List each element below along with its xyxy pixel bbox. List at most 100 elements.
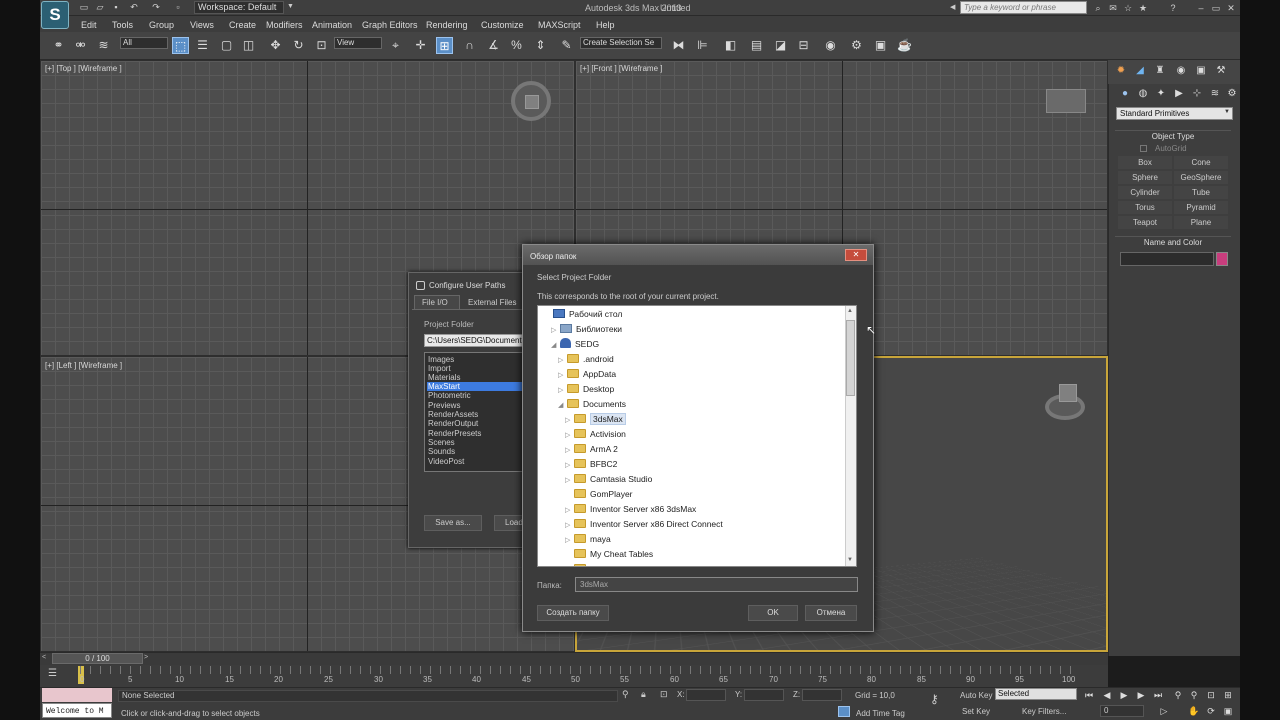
key-set-dropdown[interactable]: Selected [995,688,1077,700]
paths-list[interactable]: Images Import Materials MaxStart Photome… [424,352,524,472]
ok-button[interactable]: OK [748,605,798,621]
curve-editor-icon[interactable]: ◪ [772,37,789,54]
maxscript-listener-input[interactable]: Welcome to M [42,703,112,718]
tube-button[interactable]: Tube [1174,186,1228,199]
expand-arrow-icon[interactable]: ▷ [558,383,567,398]
tree-scrollbar-thumb[interactable] [846,320,855,396]
utilities-tab-icon[interactable]: ⚒ [1214,64,1228,78]
add-time-tag-button[interactable]: Add Time Tag [856,709,905,718]
list-item[interactable]: RenderPresets [427,429,523,438]
space-warps-icon[interactable]: ≋ [1208,87,1222,101]
selection-lock-icon[interactable]: 🔒︎ [641,689,646,700]
set-key-button[interactable]: Set Key [962,707,990,716]
save-file-icon[interactable]: ▪ [110,2,122,13]
list-item[interactable]: Photometric [427,391,523,400]
tree-node-selected[interactable]: ▷ 3dsMax [538,412,844,427]
list-item-selected[interactable]: MaxStart [427,382,523,392]
tree-node[interactable]: ▷ AppData [538,367,844,382]
percent-snap-icon[interactable]: % [508,37,525,54]
expand-arrow-icon[interactable]: ▷ [551,323,560,338]
auto-key-button[interactable]: Auto Key [960,691,992,700]
time-tag-icon[interactable] [838,706,850,717]
list-item[interactable]: RenderAssets [427,410,523,419]
scroll-down-icon[interactable]: ▼ [847,557,853,563]
maximize-toggle-icon[interactable]: ▣ [1222,706,1234,717]
unlink-icon[interactable]: ⚮ [72,37,89,54]
material-editor-icon[interactable]: ◉ [822,37,839,54]
expand-arrow-icon[interactable]: ◢ [558,398,567,413]
geosphere-button[interactable]: GeoSphere [1174,171,1228,184]
schematic-view-icon[interactable]: ⊟ [795,37,812,54]
cameras-icon[interactable]: ▶ [1172,87,1186,101]
open-file-icon[interactable]: ▱ [94,2,106,13]
sphere-button[interactable]: Sphere [1118,171,1172,184]
angle-snap-icon[interactable]: ∡ [485,37,502,54]
expand-arrow-icon[interactable]: ▷ [565,518,574,533]
tree-node[interactable]: My Cheat Tables [538,547,844,562]
tree-node[interactable]: ◢ Documents [538,397,844,412]
orbit-icon[interactable]: ⟳ [1205,706,1217,717]
maximize-icon[interactable]: ▭ [1210,2,1222,14]
expand-arrow-icon[interactable]: ▷ [558,368,567,383]
viewport-front-label[interactable]: [+] [Front ] [Wireframe ] [580,64,662,73]
create-tab-icon[interactable]: ✹ [1114,64,1128,78]
go-to-start-icon[interactable]: ⏮ [1083,690,1095,701]
menu-rendering[interactable]: Rendering [426,20,468,30]
z-coordinate-field[interactable] [802,689,842,701]
undo-icon[interactable]: ↶ [128,2,140,13]
align-icon[interactable]: ⊫ [694,37,711,54]
next-key-icon[interactable]: ▶ [1135,690,1147,701]
folder-tree[interactable]: Рабочий стол ▷ Библиотеки ◢ SEDG ▷ .android ▷ Ap… [537,305,857,567]
motion-tab-icon[interactable]: ◉ [1174,64,1188,78]
selection-filter-dropdown[interactable]: All [120,37,168,49]
cone-button[interactable]: Cone [1174,156,1228,169]
pan-icon[interactable]: ✋ [1188,706,1200,717]
scale-icon[interactable]: ⊡ [313,37,330,54]
menu-help[interactable]: Help [596,20,615,30]
workspace-dropdown[interactable]: Workspace: Default [194,1,284,14]
next-frame-icon[interactable]: > [144,654,148,661]
object-type-rollout[interactable]: Object Type [1115,130,1231,142]
list-item[interactable]: Import [427,364,523,373]
list-item[interactable]: Materials [427,373,523,382]
link-icon[interactable]: ⚭ [50,37,67,54]
mirror-icon[interactable]: ⧓ [670,37,687,54]
search-expand-icon[interactable]: ◀ [950,3,955,11]
key-mode-icon[interactable]: ⚷ [930,692,939,706]
play-icon[interactable]: ▶ [1118,690,1130,701]
display-tab-icon[interactable]: ▣ [1194,64,1208,78]
go-to-end-icon[interactable]: ⏭ [1152,690,1164,701]
list-item[interactable]: Sounds [427,447,523,456]
project-folder-field[interactable]: C:\Users\SEDG\Documents\ [424,334,524,347]
expand-arrow-icon[interactable]: ▷ [565,473,574,488]
expand-arrow-icon[interactable]: ▷ [565,563,574,566]
select-object-icon[interactable]: ⬚ [172,37,189,54]
close-icon[interactable]: ✕ [845,249,867,261]
expand-arrow-icon[interactable]: ◢ [551,338,560,353]
expand-arrow-icon[interactable]: ▷ [565,413,574,428]
expand-arrow-icon[interactable]: ▷ [565,443,574,458]
tree-node[interactable]: ▷ Inventor Server x86 3dsMax [538,502,844,517]
list-item[interactable]: Images [427,355,523,364]
menu-tools[interactable]: Tools [112,20,133,30]
named-selection-dropdown[interactable]: Create Selection Se [580,37,662,49]
layer-manager-icon[interactable]: ◧ [722,37,739,54]
list-item[interactable]: Previews [427,401,523,410]
zoom-all-icon[interactable]: ⚲ [1188,690,1200,701]
autogrid-checkbox[interactable] [1140,145,1147,152]
field-of-view-icon[interactable]: ▷ [1158,706,1170,717]
tree-node[interactable]: ▷ Desktop [538,382,844,397]
maxscript-listener-output[interactable] [42,688,112,702]
tree-node[interactable]: ◢ SEDG [538,337,844,352]
menu-graph-editors[interactable]: Graph Editors [362,20,418,30]
box-button[interactable]: Box [1118,156,1172,169]
edit-named-selection-icon[interactable]: ✎ [558,37,575,54]
name-and-color-rollout[interactable]: Name and Color [1115,236,1231,248]
app-menu-button[interactable]: S [41,1,69,29]
viewcube-perspective[interactable] [1045,384,1085,420]
teapot-button[interactable]: Teapot [1118,216,1172,229]
torus-button[interactable]: Torus [1118,201,1172,214]
tab-external-files[interactable]: External Files [468,298,516,307]
isolate-icon[interactable]: ⚲ [622,689,629,700]
dropdown-chevron-icon[interactable]: ▼ [1224,109,1230,115]
